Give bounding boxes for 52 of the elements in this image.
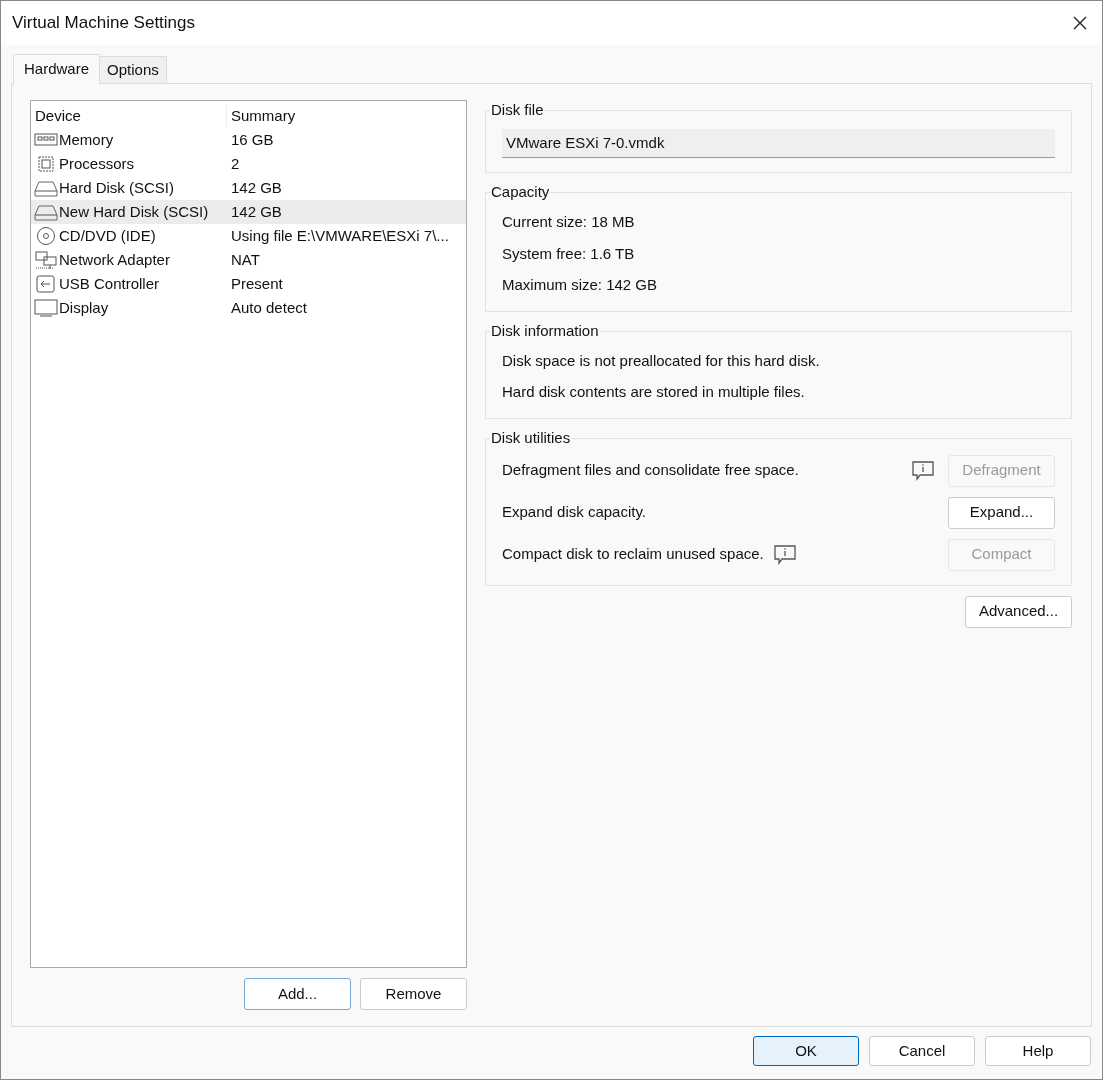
tab[interactable]: Options — [100, 56, 167, 83]
device-name: CD/DVD (IDE) — [59, 225, 157, 246]
close-icon[interactable] — [1072, 15, 1088, 31]
device-row[interactable]: CD/DVD (IDE) Using file E:\VMWARE\ESXi 7\... — [31, 224, 466, 248]
monitor-icon — [34, 298, 58, 318]
device-name: Network Adapter — [59, 249, 171, 270]
device-summary: Present — [231, 273, 283, 294]
device-row[interactable]: Memory 16 GB — [31, 128, 466, 152]
list-button[interactable]: Add... — [244, 978, 351, 1010]
device-row[interactable]: New Hard Disk (SCSI) 142 GB — [31, 200, 466, 224]
utility-text: Defragment files and consolidate free space. — [502, 460, 799, 481]
device-summary: Auto detect — [231, 297, 307, 318]
device-row[interactable]: Network Adapter NAT — [31, 248, 466, 272]
device-name: New Hard Disk (SCSI) — [59, 201, 210, 222]
disc-icon — [34, 226, 58, 246]
info-bubble-icon[interactable] — [912, 460, 934, 481]
tab[interactable]: Hardware — [13, 54, 101, 84]
column-header[interactable]: Summary — [227, 104, 296, 128]
capacity-text: Current size: 18 MB — [502, 212, 636, 232]
utility-text: Compact disk to reclaim unused space. — [502, 544, 764, 565]
device-summary: 16 GB — [231, 129, 274, 150]
usb-icon — [34, 274, 58, 294]
device-name: Memory — [59, 129, 115, 150]
device-name: Display — [59, 297, 110, 318]
device-row[interactable]: Hard Disk (SCSI) 142 GB — [31, 176, 466, 200]
dialog-button[interactable]: Cancel — [869, 1036, 975, 1066]
utility-button[interactable]: Expand... — [948, 496, 1055, 529]
device-row[interactable]: Processors 2 — [31, 152, 466, 176]
device-summary: 2 — [231, 153, 240, 174]
information-text: Hard disk contents are stored in multiple files. — [502, 382, 806, 402]
capacity-text: Maximum size: 142 GB — [502, 275, 659, 295]
window-title: Virtual Machine Settings — [12, 12, 195, 35]
device-summary: 142 GB — [231, 201, 282, 222]
device-summary: Using file E:\VMWARE\ESXi 7\... — [231, 225, 449, 246]
info-bubble-icon[interactable] — [773, 544, 796, 565]
device-row[interactable]: Display Auto detect — [31, 296, 466, 320]
capacity-text: System free: 1.6 TB — [502, 243, 636, 264]
disk-file-field[interactable]: VMware ESXi 7-0.vmdk — [502, 129, 1055, 158]
device-name: Processors — [59, 153, 136, 174]
device-summary: NAT — [231, 249, 260, 270]
device-row[interactable]: USB Controller Present — [31, 272, 466, 296]
utility-text: Expand disk capacity. — [502, 502, 646, 523]
network-icon — [34, 250, 58, 270]
device-name: USB Controller — [59, 273, 161, 294]
column-header[interactable]: Device — [31, 104, 227, 128]
information-text: Disk space is not preallocated for this hard disk. — [502, 350, 821, 371]
dialog-button[interactable]: Help — [985, 1036, 1091, 1066]
dialog-button[interactable]: OK — [753, 1036, 859, 1066]
device-name: Hard Disk (SCSI) — [59, 177, 175, 198]
list-button[interactable]: Remove — [360, 978, 467, 1010]
advanced-button[interactable]: Advanced... — [965, 595, 1072, 628]
device-summary: 142 GB — [231, 177, 282, 198]
